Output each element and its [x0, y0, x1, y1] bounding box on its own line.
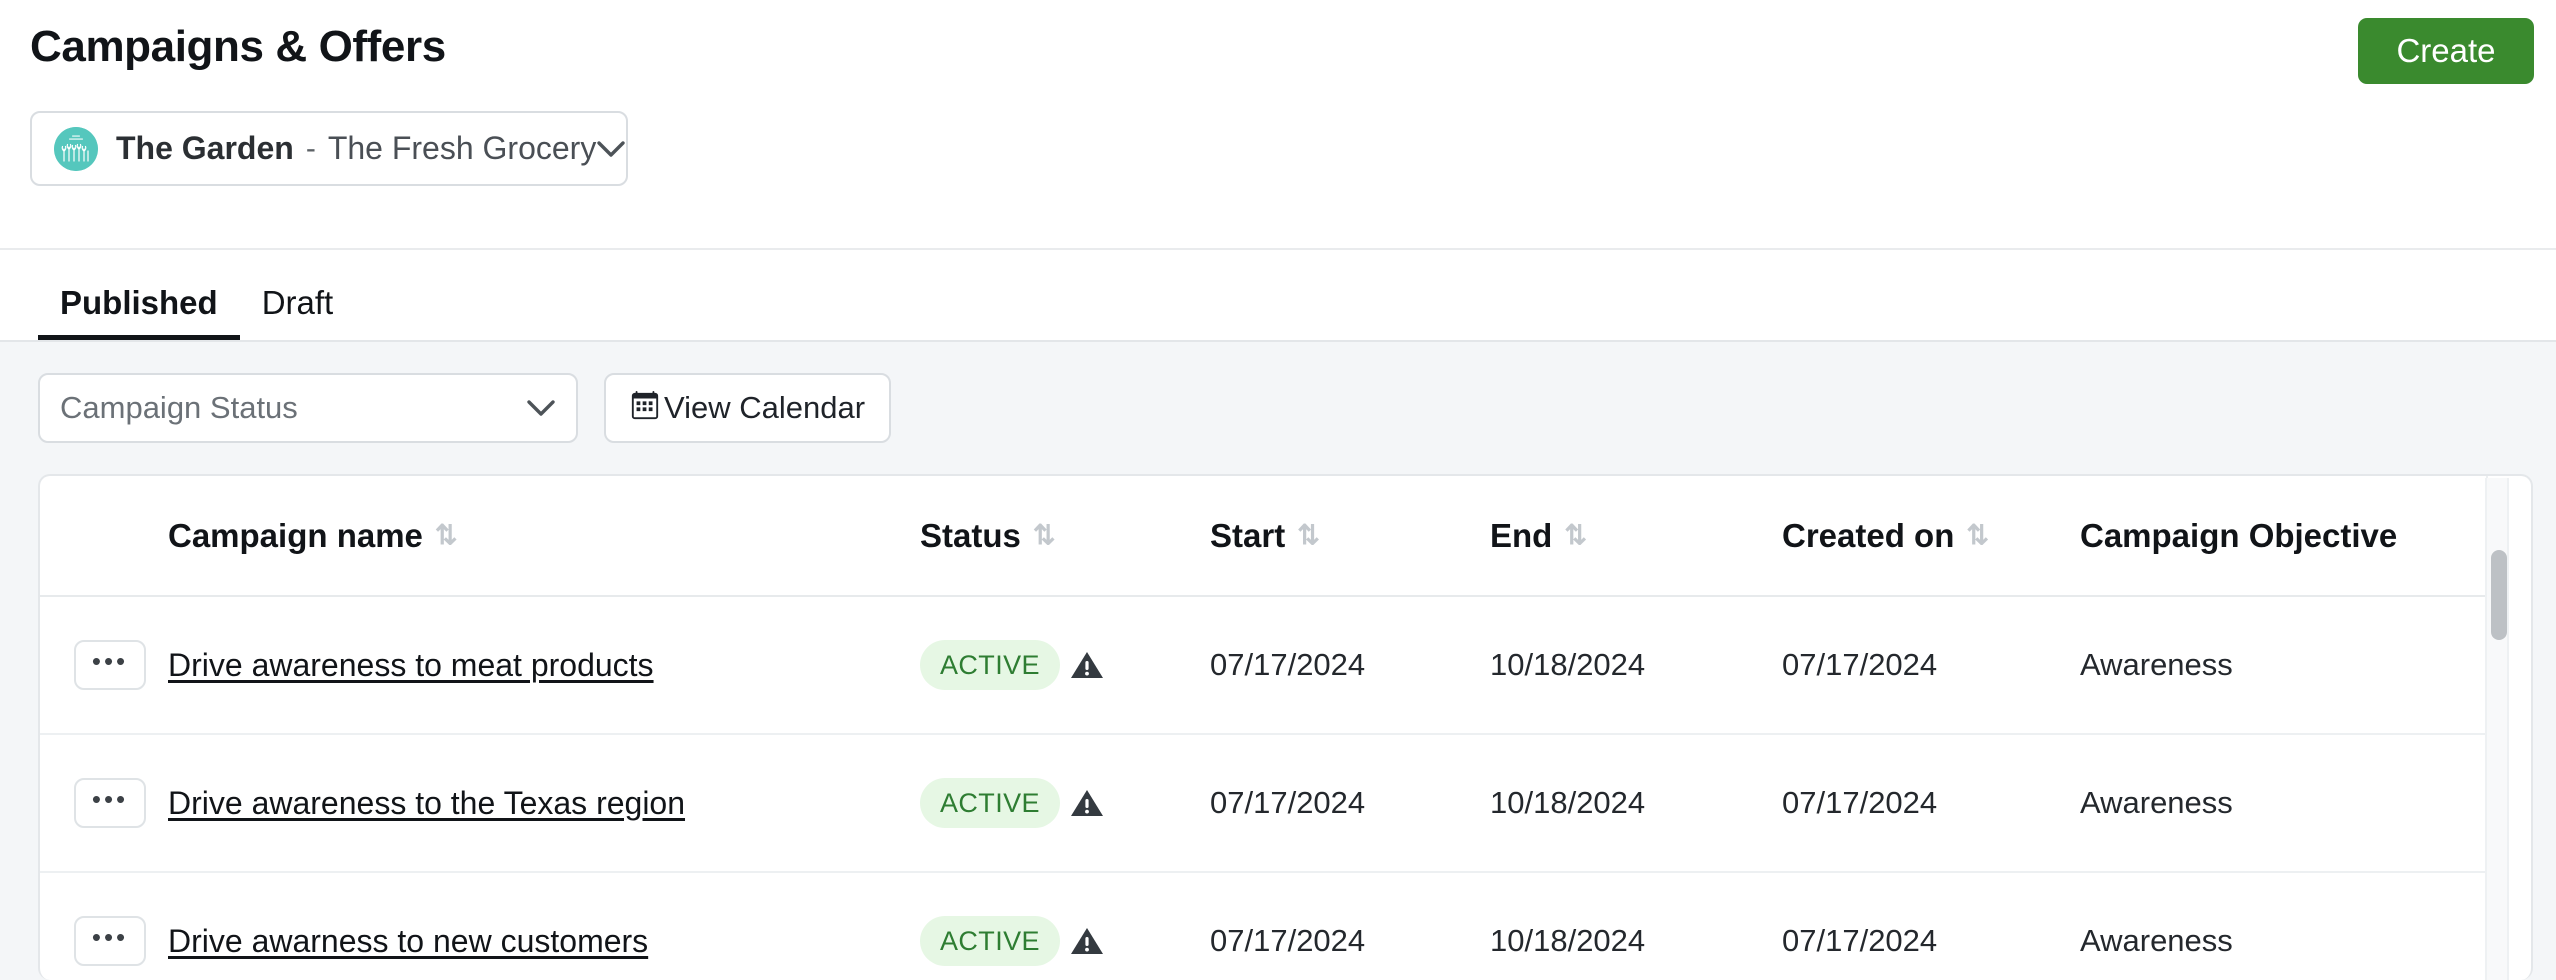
column-header-end-label: End: [1490, 516, 1553, 554]
row-created-on-cell: 07/17/2024: [1782, 596, 2080, 735]
sort-icon[interactable]: ⇅: [1564, 522, 1587, 549]
row-end-cell: 10/18/2024: [1490, 872, 1782, 978]
column-header-status-label: Status: [920, 516, 1021, 554]
tab-published[interactable]: Published: [38, 284, 240, 340]
create-button[interactable]: Create: [2358, 18, 2534, 84]
page-header: Campaigns & Offers Create The Garden - T…: [0, 0, 2556, 250]
view-calendar-button[interactable]: View Calendar: [604, 373, 892, 443]
row-status-cell: ACTIVE: [920, 596, 1210, 735]
column-header-campaign-name[interactable]: Campaign name ⇅: [168, 476, 920, 597]
column-header-end[interactable]: End ⇅: [1490, 476, 1782, 597]
filter-toolbar: Campaign Status View Calendar: [0, 368, 2556, 448]
table-row[interactable]: ••• Drive awarness to new customers ACTI…: [40, 872, 2486, 978]
chevron-down-icon: [526, 398, 556, 418]
table-header: Campaign name ⇅ Status ⇅ Start ⇅ End ⇅ C…: [40, 476, 2486, 597]
sort-icon[interactable]: ⇅: [1033, 522, 1056, 549]
row-end-cell: 10/18/2024: [1490, 596, 1782, 735]
column-header-created-on[interactable]: Created on ⇅: [1782, 476, 2080, 597]
row-actions-cell: •••: [40, 872, 168, 978]
column-header-start-label: Start: [1210, 516, 1286, 554]
status-badge: ACTIVE: [920, 640, 1060, 690]
sort-icon[interactable]: ⇅: [435, 522, 458, 549]
tab-draft[interactable]: Draft: [240, 284, 356, 340]
column-header-campaign-objective-label: Campaign Objective: [2080, 516, 2398, 554]
table-vertical-scrollbar[interactable]: [2485, 478, 2509, 980]
view-calendar-label: View Calendar: [664, 390, 866, 425]
account-organization: The Fresh Grocery: [327, 130, 597, 166]
row-created-on-cell: 07/17/2024: [1782, 872, 2080, 978]
row-start-cell: 07/17/2024: [1210, 734, 1490, 873]
row-campaign-name-cell: Drive awarness to new customers: [168, 872, 920, 978]
table-row[interactable]: ••• Drive awareness to meat products ACT…: [40, 596, 2486, 735]
tab-bar: Published Draft: [0, 250, 2556, 342]
sort-icon[interactable]: ⇅: [1966, 522, 1989, 549]
warning-icon[interactable]: [1070, 650, 1104, 680]
content-area: Campaign Status View Calendar Campaign n…: [0, 342, 2556, 980]
table-header-row: Campaign name ⇅ Status ⇅ Start ⇅ End ⇅ C…: [40, 476, 2486, 597]
warning-icon[interactable]: [1070, 788, 1104, 818]
account-name: The Garden: [116, 130, 294, 166]
column-header-status[interactable]: Status ⇅: [920, 476, 1210, 597]
table-body: ••• Drive awareness to meat products ACT…: [40, 596, 2486, 978]
campaigns-offers-page: Campaigns & Offers Create The Garden - T…: [0, 0, 2556, 980]
row-created-on-cell: 07/17/2024: [1782, 734, 2080, 873]
row-start-cell: 07/17/2024: [1210, 872, 1490, 978]
calendar-icon: [630, 390, 660, 426]
campaign-name-link[interactable]: Drive awareness to the Texas region: [168, 785, 685, 821]
row-objective-cell: Awareness: [2080, 596, 2486, 735]
campaign-name-link[interactable]: Drive awareness to meat products: [168, 647, 654, 683]
warning-icon[interactable]: [1070, 926, 1104, 956]
chevron-down-icon: [596, 134, 626, 164]
row-menu-button[interactable]: •••: [74, 640, 146, 690]
account-avatar-icon: [54, 126, 98, 171]
column-header-actions: [40, 476, 168, 597]
account-separator: -: [305, 131, 316, 165]
table-row[interactable]: ••• Drive awareness to the Texas region …: [40, 734, 2486, 873]
row-end-cell: 10/18/2024: [1490, 734, 1782, 873]
status-badge: ACTIVE: [920, 778, 1060, 828]
row-objective-cell: Awareness: [2080, 872, 2486, 978]
campaigns-table: Campaign name ⇅ Status ⇅ Start ⇅ End ⇅ C…: [40, 476, 2486, 978]
campaign-status-select-label: Campaign Status: [60, 390, 298, 425]
row-actions-cell: •••: [40, 734, 168, 873]
account-selector[interactable]: The Garden - The Fresh Grocery: [30, 111, 628, 186]
row-campaign-name-cell: Drive awareness to the Texas region: [168, 734, 920, 873]
row-objective-cell: Awareness: [2080, 734, 2486, 873]
row-menu-button[interactable]: •••: [74, 916, 146, 966]
row-actions-cell: •••: [40, 596, 168, 735]
status-badge: ACTIVE: [920, 916, 1060, 966]
row-status-cell: ACTIVE: [920, 734, 1210, 873]
campaigns-table-card: Campaign name ⇅ Status ⇅ Start ⇅ End ⇅ C…: [38, 474, 2533, 980]
scrollbar-thumb[interactable]: [2491, 550, 2507, 640]
sort-icon[interactable]: ⇅: [1297, 522, 1320, 549]
page-title: Campaigns & Offers: [30, 22, 446, 71]
row-start-cell: 07/17/2024: [1210, 596, 1490, 735]
row-menu-button[interactable]: •••: [74, 778, 146, 828]
column-header-created-on-label: Created on: [1782, 516, 1955, 554]
column-header-campaign-objective: Campaign Objective: [2080, 476, 2486, 597]
campaign-status-select[interactable]: Campaign Status: [38, 373, 578, 443]
campaigns-table-scroll[interactable]: Campaign name ⇅ Status ⇅ Start ⇅ End ⇅ C…: [40, 476, 2488, 978]
column-header-campaign-name-label: Campaign name: [168, 516, 423, 554]
campaign-name-link[interactable]: Drive awarness to new customers: [168, 923, 648, 959]
row-campaign-name-cell: Drive awareness to meat products: [168, 596, 920, 735]
column-header-start[interactable]: Start ⇅: [1210, 476, 1490, 597]
row-status-cell: ACTIVE: [920, 872, 1210, 978]
